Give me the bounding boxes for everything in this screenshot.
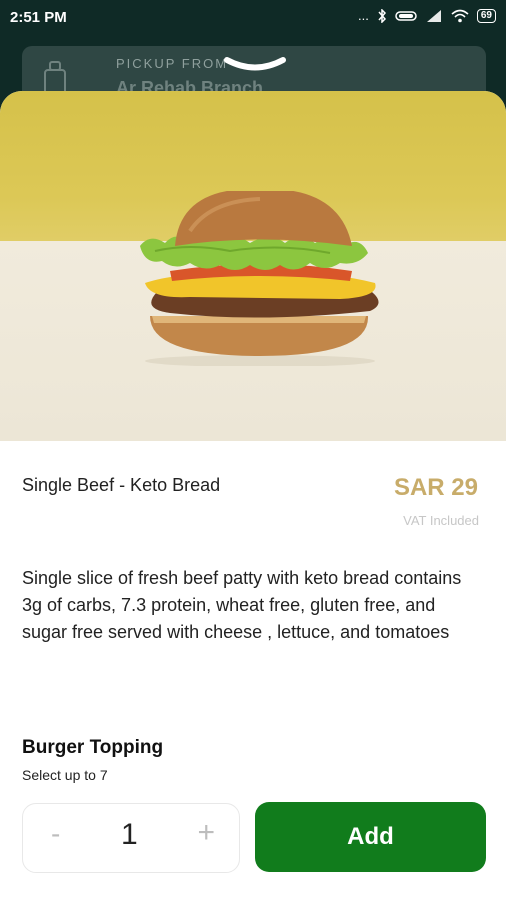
pickup-label: PICKUP FROM <box>116 56 229 71</box>
sheet-collapse-chevron-icon[interactable] <box>222 55 288 75</box>
status-icons: ... 69 <box>358 8 496 23</box>
add-to-cart-button[interactable]: Add <box>255 802 486 872</box>
wifi-icon <box>451 9 469 22</box>
status-bar: 2:51 PM ... 69 <box>0 0 506 36</box>
increase-quantity-button[interactable]: + <box>197 816 215 850</box>
battery-icon: 69 <box>476 8 496 23</box>
product-name: Single Beef - Keto Bread <box>22 475 221 495</box>
vat-note: VAT Included <box>403 513 479 528</box>
bluetooth-icon <box>378 8 386 23</box>
topping-section-subtitle: Select up to 7 <box>22 767 108 783</box>
product-image <box>0 91 506 441</box>
product-price: SAR 29 <box>393 474 478 501</box>
topping-section-title: Burger Topping <box>22 737 164 758</box>
status-time: 2:51 PM <box>10 9 67 26</box>
quantity-stepper: - 1 + <box>22 803 240 873</box>
product-description: Single slice of fresh beef patty with ke… <box>22 568 462 642</box>
vpn-icon <box>395 10 417 21</box>
burger-illustration <box>140 191 379 366</box>
product-sheet: Single Beef - Keto Bread SAR 29 VAT Incl… <box>0 91 506 900</box>
decrease-quantity-button[interactable]: - <box>51 818 60 850</box>
cell-signal-icon <box>426 9 441 22</box>
quantity-value: 1 <box>121 818 138 851</box>
more-dots-icon: ... <box>358 8 369 23</box>
